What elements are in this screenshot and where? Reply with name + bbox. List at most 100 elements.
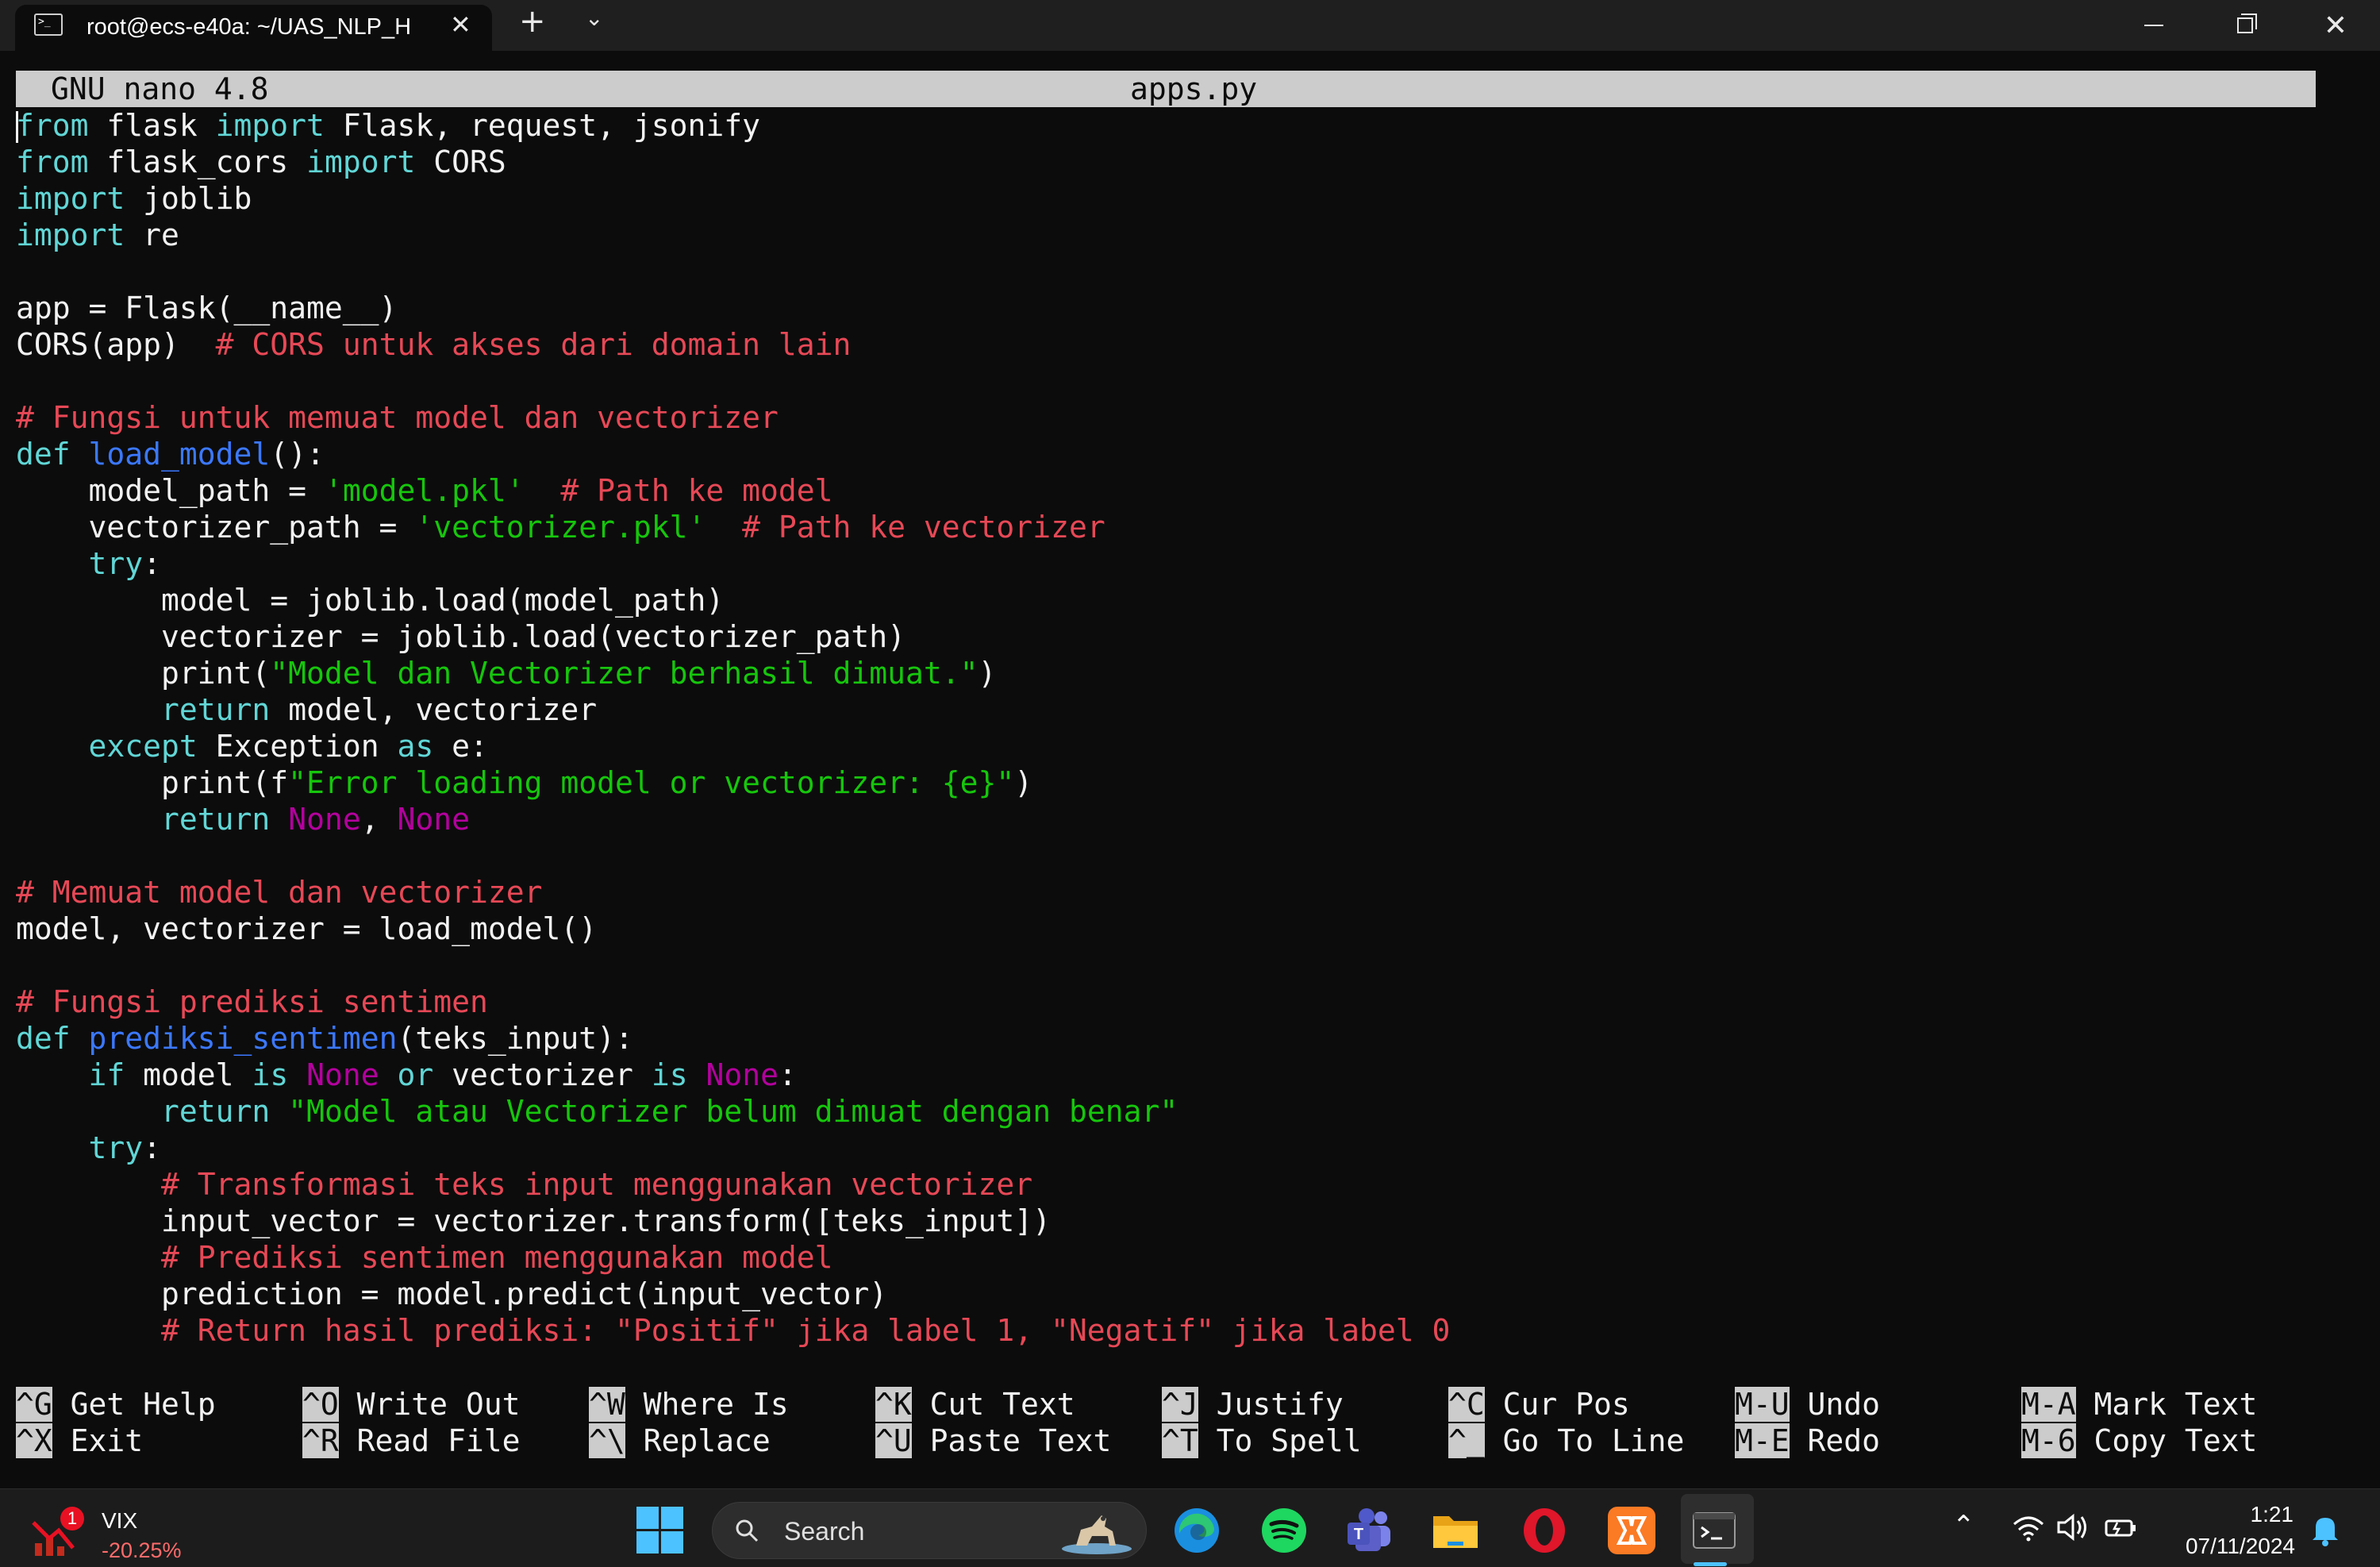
battery-icon[interactable] [2103,1510,2138,1545]
code-token: ) [978,656,997,691]
teams-icon[interactable]: T [1344,1505,1395,1556]
code-token: (): [270,437,325,472]
code-token: # Memuat model dan vectorizer [16,875,543,910]
code-token: re [125,218,179,252]
notification-badge: 1 [60,1507,84,1530]
code-token: None [706,1057,779,1092]
code-token: # Return hasil prediksi: "Positif" jika … [161,1313,1451,1348]
code-token: 'model.pkl' [324,473,525,508]
code-token: ) [1014,765,1033,800]
shortcut-item: ^W Where Is [589,1386,789,1423]
terminal-icon[interactable] [1689,1505,1740,1556]
edge-icon[interactable] [1171,1505,1222,1556]
search-placeholder: Search [784,1517,865,1546]
spotify-icon[interactable] [1259,1505,1309,1556]
code-token: "Error loading model or vectorizer: {e}" [288,765,1015,800]
editor-text-area[interactable]: from flask import Flask, request, jsonif… [16,107,2357,1349]
code-line: app = Flask(__name__) [16,290,2357,326]
clock-time[interactable]: 1:21 [2206,1502,2294,1527]
restore-icon [2237,13,2257,33]
code-token: try [88,546,144,581]
shortcut-key: ^U [875,1423,912,1458]
code-line: try: [16,1130,2357,1166]
shortcut-key: ^\ [589,1423,625,1458]
minimize-button[interactable] [2109,0,2198,51]
widget-title: VIX [102,1508,138,1533]
code-token: input_vector = vectorizer.transform([tek… [16,1203,1052,1238]
close-tab-icon[interactable]: ✕ [450,10,471,40]
shortcut-key: ^R [302,1423,339,1458]
start-button[interactable] [636,1507,684,1554]
code-token: prediksi_sentimen [88,1021,398,1056]
code-token: joblib [125,181,252,216]
restore-button[interactable] [2201,0,2290,51]
shortcut-label: Get Help [52,1387,216,1422]
code-token: prediction = model.predict(input_vector) [16,1276,888,1311]
code-line: return "Model atau Vectorizer belum dimu… [16,1093,2357,1130]
code-token: Flask, request, jsonify [324,108,761,143]
opera-icon[interactable] [1519,1505,1570,1556]
code-token: flask [88,108,216,143]
code-line: def load_model(): [16,436,2357,472]
taskbar-search-box[interactable]: Search [712,1502,1147,1559]
notification-bell-icon[interactable] [2309,1513,2341,1546]
nano-header-bar: GNU nano 4.8 apps.py [16,71,2316,107]
shortcut-label: Cur Pos [1484,1387,1630,1422]
code-token: "Model atau Vectorizer belum dimuat deng… [288,1094,1178,1129]
shortcut-key: ^T [1162,1423,1198,1458]
terminal-tab[interactable]: >_ root@ecs-e40a: ~/UAS_NLP_H ✕ [15,5,492,51]
windows-logo-pane [661,1531,683,1554]
code-token: return [161,692,271,727]
chevron-down-icon[interactable]: ⌄ [585,5,603,31]
code-line: vectorizer_path = 'vectorizer.pkl' # Pat… [16,509,2357,545]
xampp-icon[interactable] [1606,1505,1657,1556]
search-icon [736,1519,759,1542]
windows-logo-icon [636,1507,659,1529]
shortcut-label: Paste Text [911,1423,1112,1458]
window-title-bar: >_ root@ecs-e40a: ~/UAS_NLP_H ✕ + ⌄ ✕ [0,0,2380,51]
wifi-icon[interactable] [2011,1510,2046,1545]
shortcut-item: M-U Undo [1735,1386,1880,1423]
shortcut-item: ^U Paste Text [875,1423,1111,1459]
new-tab-button[interactable]: + [519,3,546,40]
code-token: : [778,1057,797,1092]
shortcut-label: Copy Text [2075,1423,2258,1458]
market-widget[interactable]: 1 VIX -20.25% [32,1500,198,1564]
code-token: if [88,1057,125,1092]
code-line: # Fungsi untuk memuat model dan vectoriz… [16,399,2357,436]
minimize-icon [2144,25,2163,26]
shortcut-label: Go To Line [1484,1423,1685,1458]
code-token: None [306,1057,379,1092]
volume-icon[interactable] [2055,1510,2090,1545]
code-token: vectorizer_path = [16,510,416,545]
show-hidden-icons-chevron-icon[interactable]: ⌃ [1952,1510,1975,1542]
shortcut-key: ^W [589,1387,625,1422]
code-token: vectorizer [433,1057,652,1092]
code-line: import joblib [16,180,2357,217]
close-window-button[interactable]: ✕ [2291,0,2380,51]
shortcut-key: ^C [1448,1387,1485,1422]
code-token: flask_cors [88,144,307,179]
clock-date[interactable]: 07/11/2024 [2159,1534,2295,1559]
code-line: from flask_cors import CORS [16,144,2357,180]
code-token: model_path = [16,473,325,508]
code-token: CORS(app) [16,327,216,362]
code-token: model, vectorizer [270,692,598,727]
code-line: model, vectorizer = load_model() [16,911,2357,947]
code-line: # Transformasi teks input menggunakan ve… [16,1166,2357,1203]
shortcut-key: M-A [2021,1387,2076,1422]
shortcut-item: ^J Justify [1162,1386,1344,1423]
file-explorer-icon[interactable] [1430,1505,1481,1556]
code-token: None [397,802,470,837]
